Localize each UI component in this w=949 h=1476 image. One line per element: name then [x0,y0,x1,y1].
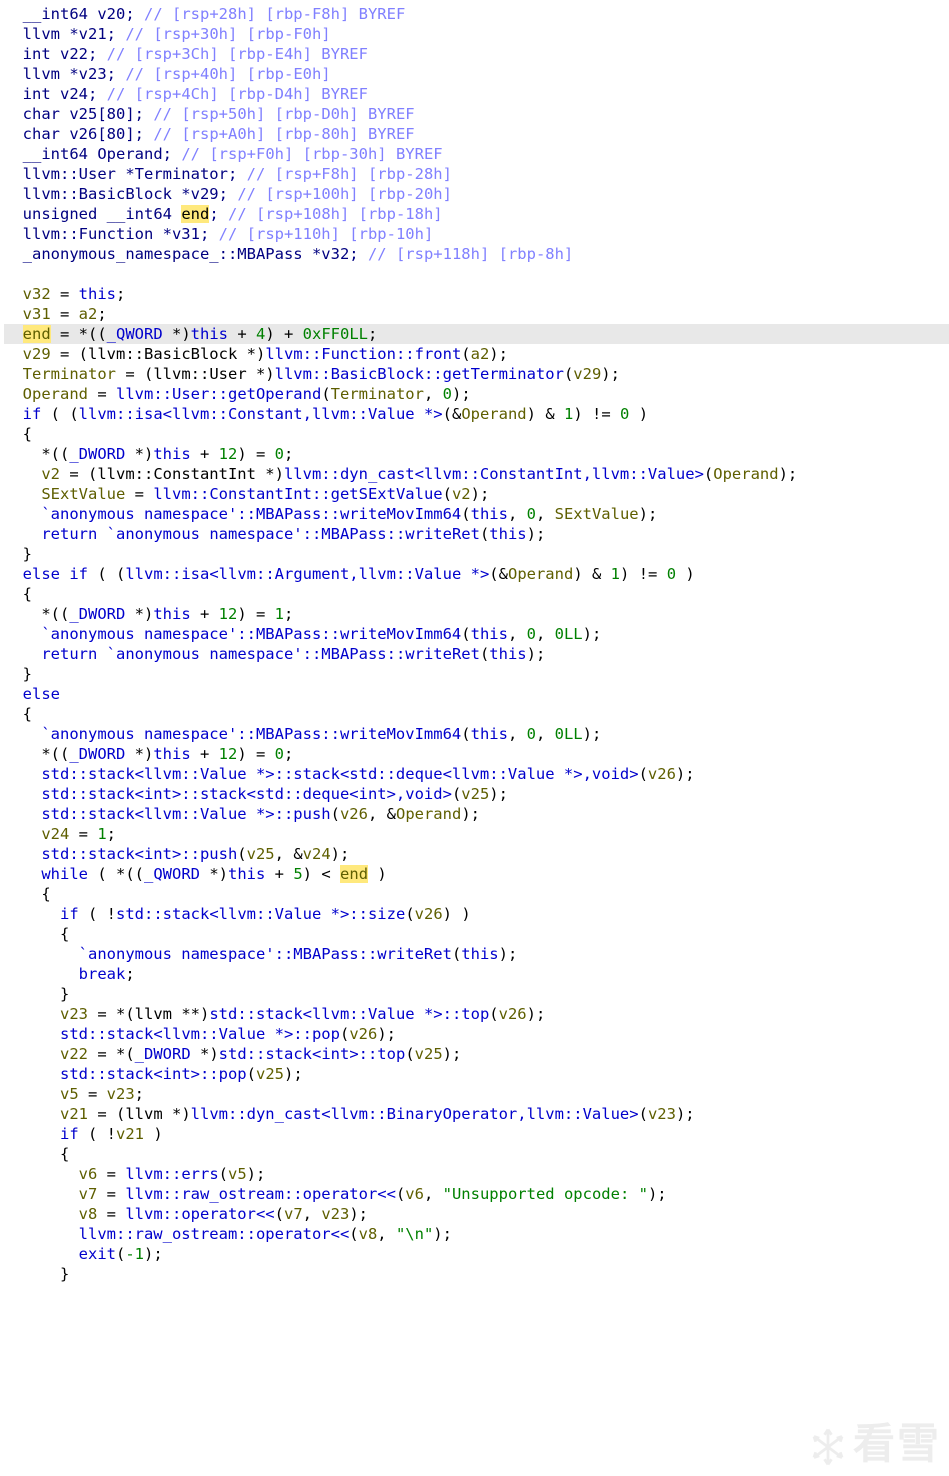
current-line[interactable]: end = *((_QWORD *)this + 4) + 0xFF0LL; [4,324,949,344]
highlighted-token-end[interactable]: end [340,865,368,883]
decompiler-code-view[interactable]: __int64 v20; // [rsp+28h] [rbp-F8h] BYRE… [0,0,949,1284]
highlighted-token-end[interactable]: end [181,205,209,223]
snowflake-icon [807,1426,849,1468]
watermark: 看雪 [807,1426,941,1468]
